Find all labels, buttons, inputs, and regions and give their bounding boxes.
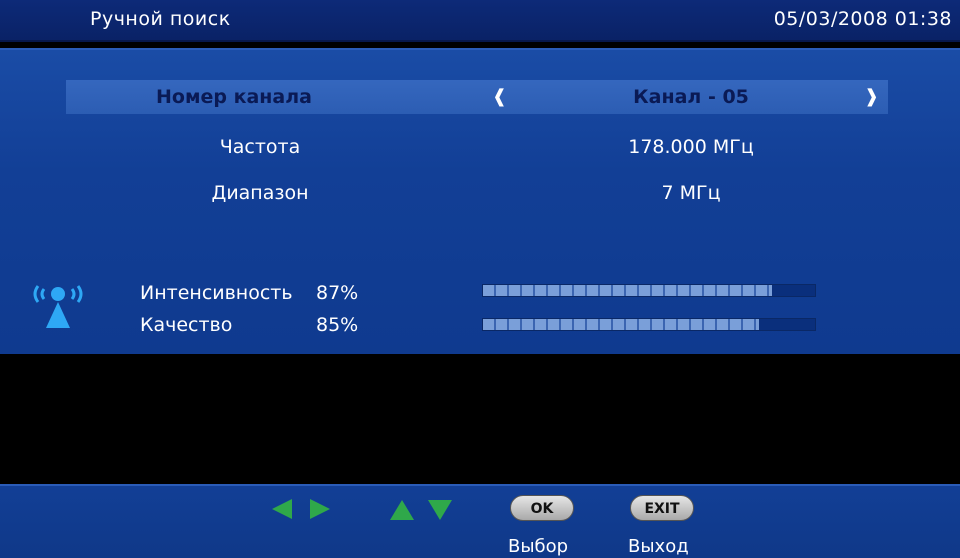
- left-right-arrows-icon: [272, 499, 330, 519]
- intensity-bar-fill: [483, 285, 772, 296]
- datetime: 05/03/2008 01:38: [773, 8, 952, 30]
- quality-label: Качество: [140, 314, 233, 336]
- channel-value: Канал - 05: [633, 86, 749, 108]
- chevron-left-icon[interactable]: ❰: [492, 86, 507, 107]
- quality-bar-fill: [483, 319, 759, 330]
- frequency-row[interactable]: Частота 178.000 МГц: [66, 130, 888, 164]
- up-down-arrows-icon: [390, 500, 452, 520]
- select-hint: Выбор: [508, 536, 569, 557]
- bandwidth-value: 7 МГц: [661, 182, 721, 204]
- bandwidth-label: Диапазон: [211, 182, 309, 204]
- intensity-label: Интенсивность: [140, 282, 293, 304]
- exit-hint: Выход: [628, 536, 689, 557]
- ok-button[interactable]: OK: [510, 495, 574, 521]
- chevron-right-icon[interactable]: ❱: [864, 86, 879, 107]
- main-panel: Номер канала ❰ Канал - 05 ❱ Частота 178.…: [0, 48, 960, 354]
- quality-percent: 85%: [316, 314, 359, 336]
- bandwidth-row[interactable]: Диапазон 7 МГц: [66, 176, 888, 210]
- page-title: Ручной поиск: [90, 8, 231, 30]
- frequency-label: Частота: [219, 136, 301, 158]
- frequency-value: 178.000 МГц: [628, 136, 754, 158]
- exit-button[interactable]: EXIT: [630, 495, 694, 521]
- antenna-signal-icon: [33, 285, 83, 328]
- footer-bar: OK EXIT Выбор Выход: [0, 484, 960, 558]
- channel-label: Номер канала: [156, 86, 312, 108]
- header-bar: Ручной поиск 05/03/2008 01:38: [0, 0, 960, 42]
- channel-row[interactable]: Номер канала ❰ Канал - 05 ❱: [66, 80, 888, 114]
- intensity-bar: [482, 284, 816, 297]
- intensity-percent: 87%: [316, 282, 359, 304]
- quality-bar: [482, 318, 816, 331]
